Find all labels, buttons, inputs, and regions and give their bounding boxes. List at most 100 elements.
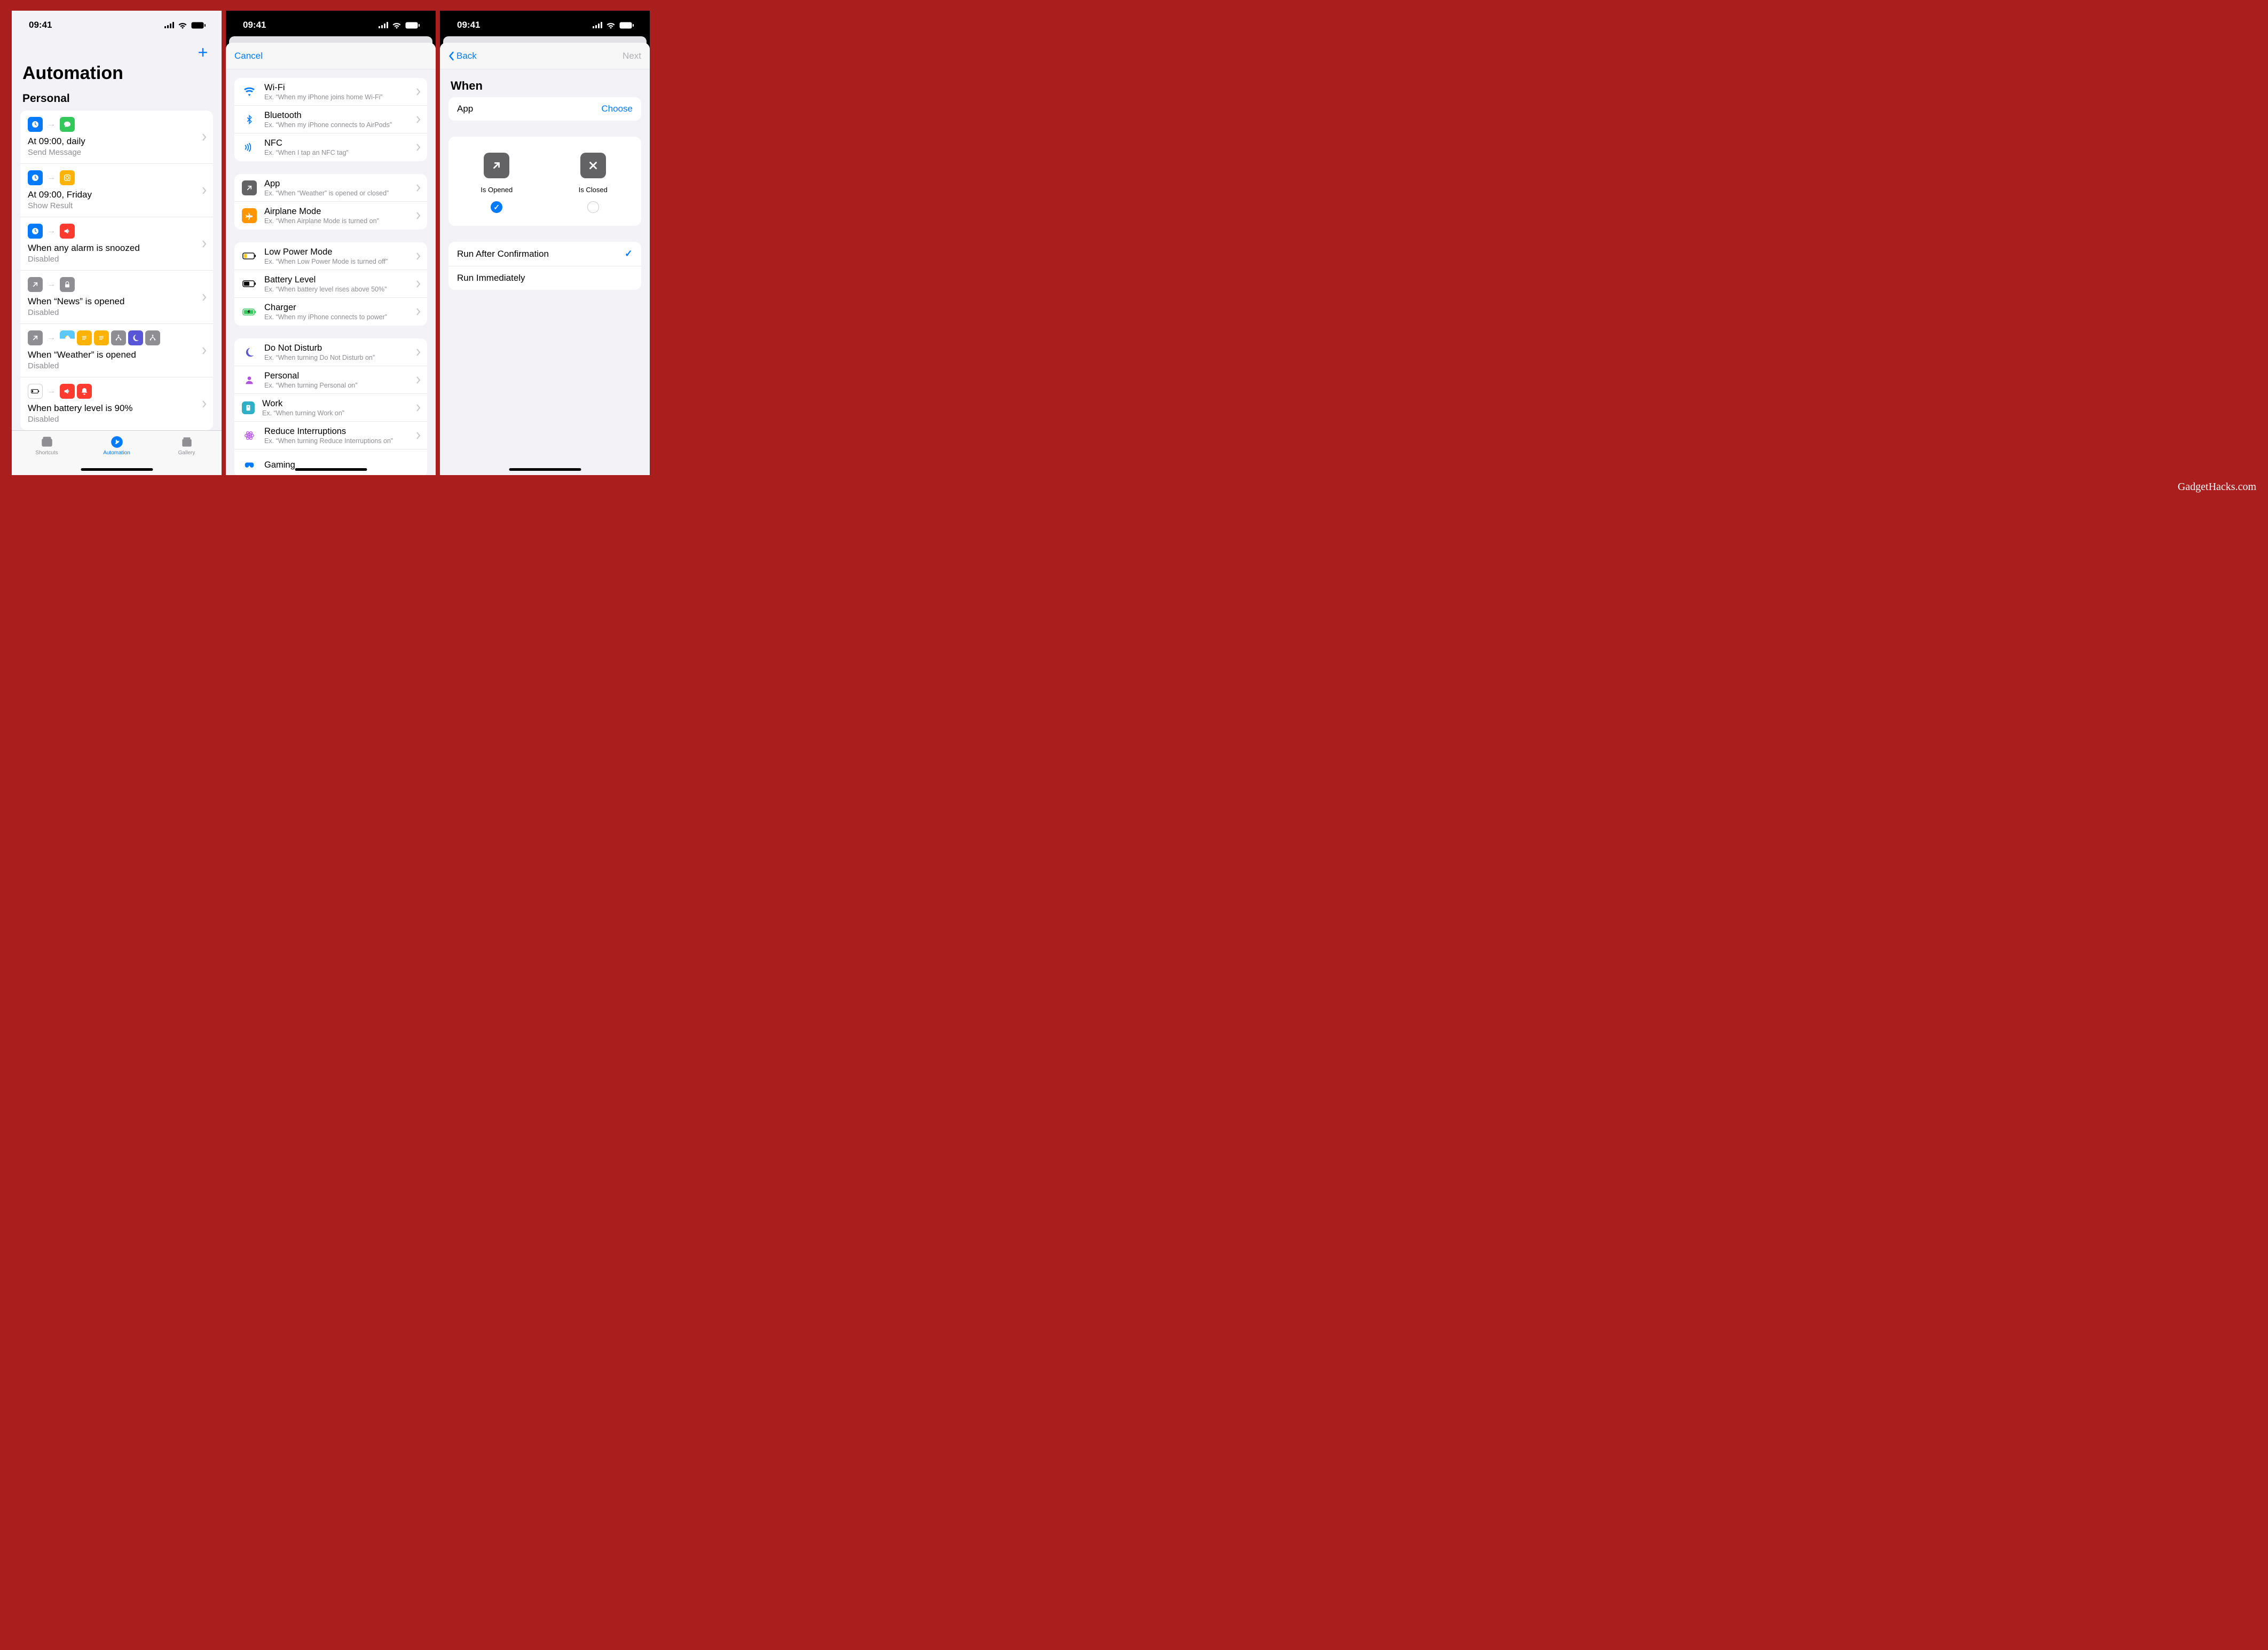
- trigger-sub: Ex. “When Low Power Mode is turned off”: [264, 258, 412, 265]
- status-bar: 09:41: [440, 11, 650, 40]
- atom-icon: [242, 428, 257, 443]
- trigger-nfc[interactable]: NFCEx. “When I tap an NFC tag”: [234, 133, 427, 161]
- chevron-right-icon: [416, 116, 421, 123]
- back-button[interactable]: Back: [448, 51, 477, 61]
- tab-label: Automation: [103, 450, 130, 456]
- trigger-sub: Ex. “When my iPhone connects to power”: [264, 313, 412, 321]
- tile-label: Is Closed: [579, 186, 608, 194]
- signal-icon: [164, 22, 174, 28]
- row-label: Run Immediately: [457, 273, 525, 283]
- home-indicator[interactable]: [295, 468, 367, 471]
- trigger-group: Do Not DisturbEx. “When turning Do Not D…: [234, 338, 427, 475]
- chevron-right-icon: [202, 347, 207, 354]
- automation-item[interactable]: → At 09:00, daily Send Message: [20, 110, 213, 164]
- row-run-after-confirmation[interactable]: Run After Confirmation ✓: [448, 242, 641, 266]
- trigger-title: Battery Level: [264, 275, 412, 285]
- messages-icon: [60, 117, 75, 132]
- cancel-button[interactable]: Cancel: [234, 51, 263, 61]
- battery-icon: [191, 22, 206, 29]
- app-chooser-row[interactable]: App Choose: [448, 97, 641, 121]
- next-button[interactable]: Next: [623, 51, 641, 61]
- tile-is-opened[interactable]: Is Opened: [448, 153, 545, 213]
- chevron-right-icon: [202, 240, 207, 248]
- status-time: 09:41: [243, 20, 266, 30]
- row-run-immediately[interactable]: Run Immediately: [448, 266, 641, 290]
- automation-item[interactable]: → When “News” is opened Disabled: [20, 271, 213, 324]
- status-bar: 09:41: [226, 11, 436, 40]
- trigger-sub: Ex. “When I tap an NFC tag”: [264, 149, 412, 156]
- wifi-icon: [242, 84, 257, 99]
- watermark: GadgetHacks.com: [2178, 481, 2256, 493]
- tab-gallery[interactable]: Gallery: [152, 431, 222, 475]
- radio-unchecked-icon[interactable]: [587, 201, 599, 213]
- trigger-wifi[interactable]: Wi-FiEx. “When my iPhone joins home Wi-F…: [234, 78, 427, 106]
- badge-icon: [242, 401, 255, 414]
- chevron-right-icon: [202, 294, 207, 301]
- trigger-sub: Ex. “When turning Reduce Interruptions o…: [264, 437, 412, 445]
- signal-icon: [379, 22, 388, 28]
- automation-item-sub: Disabled: [28, 415, 197, 424]
- automation-item[interactable]: → At 09:00, Friday Show Result: [20, 164, 213, 217]
- open-icon: [28, 277, 43, 292]
- automation-item[interactable]: → When any alarm is snoozed Disabled: [20, 217, 213, 271]
- status-time: 09:41: [457, 20, 480, 30]
- page-title: Automation: [22, 63, 211, 84]
- sheet-nav: Cancel: [226, 43, 436, 69]
- sheet-nav: Back Next: [440, 43, 650, 69]
- automation-item[interactable]: → When battery level is 90% Disabled: [20, 377, 213, 430]
- home-indicator[interactable]: [81, 468, 153, 471]
- chevron-right-icon: [416, 308, 421, 315]
- choose-button[interactable]: Choose: [601, 104, 633, 114]
- trigger-battery-level[interactable]: Battery LevelEx. “When battery level ris…: [234, 270, 427, 298]
- phone-automation-list: 09:41 + Automation Personal →: [12, 11, 222, 475]
- arrow-icon: →: [47, 120, 56, 129]
- open-close-picker: Is Opened Is Closed: [448, 137, 641, 226]
- trigger-reduce-interruptions[interactable]: Reduce InterruptionsEx. “When turning Re…: [234, 422, 427, 449]
- tab-shortcuts[interactable]: Shortcuts: [12, 431, 82, 475]
- chevron-right-icon: [416, 432, 421, 439]
- section-title-when: When: [451, 79, 639, 93]
- speaker-icon: [60, 384, 75, 399]
- chevron-right-icon: [416, 280, 421, 288]
- arrow-icon: →: [47, 173, 56, 183]
- app-icon: [242, 180, 257, 195]
- trigger-sub: Ex. “When my iPhone joins home Wi-Fi”: [264, 93, 412, 101]
- trigger-app[interactable]: AppEx. “When “Weather” is opened or clos…: [234, 174, 427, 202]
- home-indicator[interactable]: [509, 468, 581, 471]
- trigger-low-power[interactable]: Low Power ModeEx. “When Low Power Mode i…: [234, 242, 427, 270]
- chevron-right-icon: [416, 184, 421, 192]
- moon-icon: [128, 330, 143, 345]
- arrow-icon: →: [47, 386, 56, 396]
- clock-icon: [28, 170, 43, 185]
- automation-item-title: At 09:00, daily: [28, 136, 197, 147]
- automation-item-sub: Disabled: [28, 255, 197, 264]
- phone-trigger-picker: 09:41 Cancel Wi-FiEx. “When my iPhone jo…: [226, 11, 436, 475]
- person-icon: [242, 373, 257, 388]
- radio-checked-icon[interactable]: [491, 201, 502, 213]
- run-mode-list: Run After Confirmation ✓ Run Immediately: [448, 242, 641, 290]
- trigger-sub: Ex. “When Airplane Mode is turned on”: [264, 217, 412, 225]
- automation-item-title: When “Weather” is opened: [28, 350, 197, 360]
- trigger-work[interactable]: WorkEx. “When turning Work on”: [234, 394, 427, 422]
- automation-item[interactable]: → When “Weather” is opened Disabled: [20, 324, 213, 377]
- wifi-icon: [178, 22, 187, 29]
- trigger-sub: Ex. “When turning Work on”: [262, 409, 412, 417]
- trigger-gaming[interactable]: Gaming: [234, 449, 427, 475]
- trigger-title: Wi-Fi: [264, 83, 412, 93]
- trigger-bluetooth[interactable]: BluetoothEx. “When my iPhone connects to…: [234, 106, 427, 133]
- automation-item-title: At 09:00, Friday: [28, 190, 197, 200]
- check-icon: ✓: [625, 248, 633, 259]
- trigger-dnd[interactable]: Do Not DisturbEx. “When turning Do Not D…: [234, 338, 427, 366]
- game-icon: [242, 457, 257, 472]
- result-icon: [60, 170, 75, 185]
- trigger-airplane[interactable]: Airplane ModeEx. “When Airplane Mode is …: [234, 202, 427, 230]
- chevron-right-icon: [416, 349, 421, 356]
- trigger-group: AppEx. “When “Weather” is opened or clos…: [234, 174, 427, 230]
- row-label: Run After Confirmation: [457, 249, 549, 259]
- add-automation-button[interactable]: +: [195, 43, 211, 62]
- clock-icon: [28, 117, 43, 132]
- tile-is-closed[interactable]: Is Closed: [545, 153, 642, 213]
- trigger-charger[interactable]: ChargerEx. “When my iPhone connects to p…: [234, 298, 427, 326]
- trigger-personal[interactable]: PersonalEx. “When turning Personal on”: [234, 366, 427, 394]
- status-time: 09:41: [29, 20, 52, 30]
